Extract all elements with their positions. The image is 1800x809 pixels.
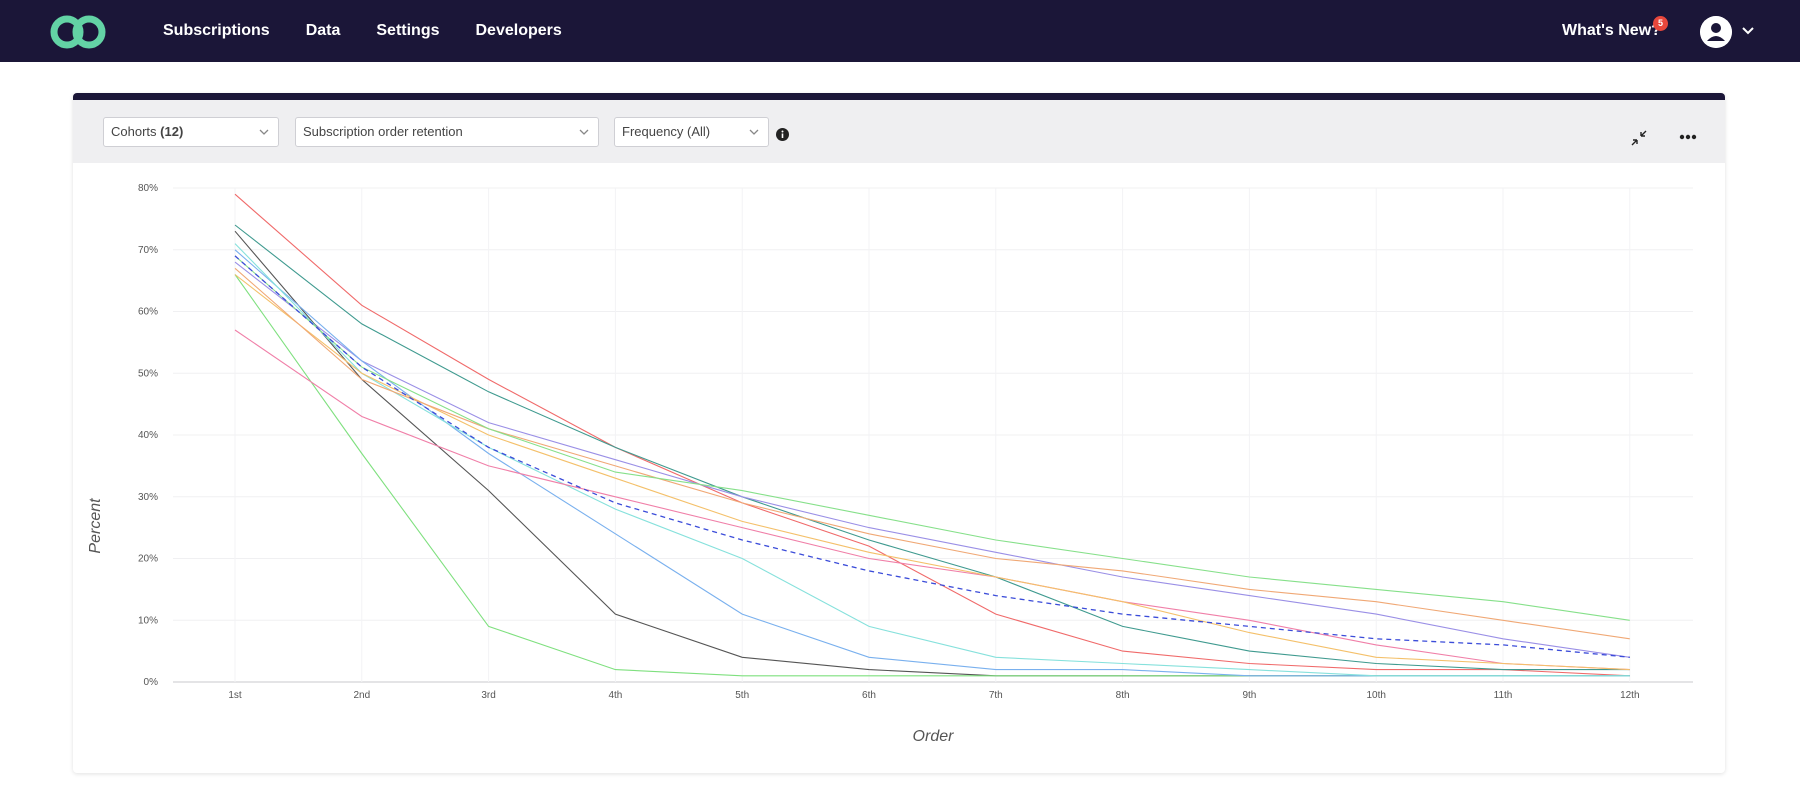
x-tick-label: 4th [608,690,622,701]
y-tick-label: 80% [138,183,158,194]
series-line-4[interactable] [234,230,1630,677]
top-nav-bar: Subscriptions Data Settings Developers W… [0,0,1800,62]
brand-logo-icon[interactable] [48,14,108,50]
y-tick-label: 50% [138,368,158,379]
y-tick-label: 0% [144,677,159,688]
more-options-icon[interactable] [1679,134,1697,140]
x-axis-title: Order [913,728,955,745]
series-line-9[interactable] [234,274,1630,671]
chart-grid [173,187,1693,683]
nav-data[interactable]: Data [306,22,341,40]
notification-badge: 5 [1653,16,1668,31]
cohorts-count: (12) [160,124,184,139]
x-tick-label: 11th [1494,690,1513,701]
report-card: Cohorts (12) Subscription order retentio… [73,93,1725,773]
nav-subscriptions[interactable]: Subscriptions [163,22,270,40]
x-tick-label: 7th [989,690,1003,701]
chevron-down-icon [259,129,269,135]
y-tick-label: 30% [138,492,158,503]
x-tick-label: 10th [1366,690,1385,701]
y-axis-title: Percent [87,498,104,554]
x-tick-label: 3rd [481,690,495,701]
report-toolbar: Cohorts (12) Subscription order retentio… [73,100,1725,163]
frequency-label: Frequency (All) [622,124,711,139]
card-header-strip [73,93,1725,100]
y-tick-label: 40% [138,430,158,441]
user-menu-chevron-icon[interactable] [1740,22,1756,38]
info-icon[interactable] [776,128,789,141]
series-line-2[interactable] [234,224,1630,671]
chevron-down-icon [579,129,589,135]
series-line-5[interactable] [234,274,1630,677]
y-tick-label: 60% [138,307,158,318]
y-axis-ticks: 0% 10% 20% 30% 40% 50% 60% 70% 80% [138,183,158,688]
nav-settings[interactable]: Settings [376,22,439,40]
main-nav: Subscriptions Data Settings Developers [163,0,562,62]
collapse-icon[interactable] [1630,129,1648,147]
series-line-3[interactable] [234,261,1630,658]
frequency-select[interactable]: Frequency (All) [614,117,769,147]
nav-developers[interactable]: Developers [476,22,562,40]
x-tick-label: 8th [1116,690,1130,701]
x-tick-label: 12th [1620,690,1639,701]
cohorts-select[interactable]: Cohorts (12) [103,117,279,147]
retention-line-chart: 0% 10% 20% 30% 40% 50% 60% 70% 80% 1st 2nd 3rd 4th 5… [87,183,1693,745]
y-tick-label: 10% [138,615,158,626]
metric-label: Subscription order retention [303,124,463,139]
series-line-7[interactable] [234,243,1630,677]
series-line-12[interactable] [234,255,1630,658]
x-axis-ticks: 1st 2nd 3rd 4th 5th 6th 7th 8th 9th 10th 11th 12th [228,690,1639,701]
chevron-down-icon [749,129,759,135]
y-tick-label: 70% [138,245,158,256]
series-line-8[interactable] [234,329,1630,671]
x-tick-label: 1st [228,690,242,701]
x-tick-label: 9th [1242,690,1256,701]
cohorts-label: Cohorts [111,124,157,139]
x-tick-label: 2nd [353,690,370,701]
user-avatar-icon[interactable] [1700,16,1732,48]
x-tick-label: 5th [735,690,749,701]
y-tick-label: 20% [138,554,158,565]
whats-new-link[interactable]: What's New? [1562,22,1661,40]
x-tick-label: 6th [862,690,876,701]
series-line-6[interactable] [234,249,1630,677]
metric-select[interactable]: Subscription order retention [295,117,599,147]
